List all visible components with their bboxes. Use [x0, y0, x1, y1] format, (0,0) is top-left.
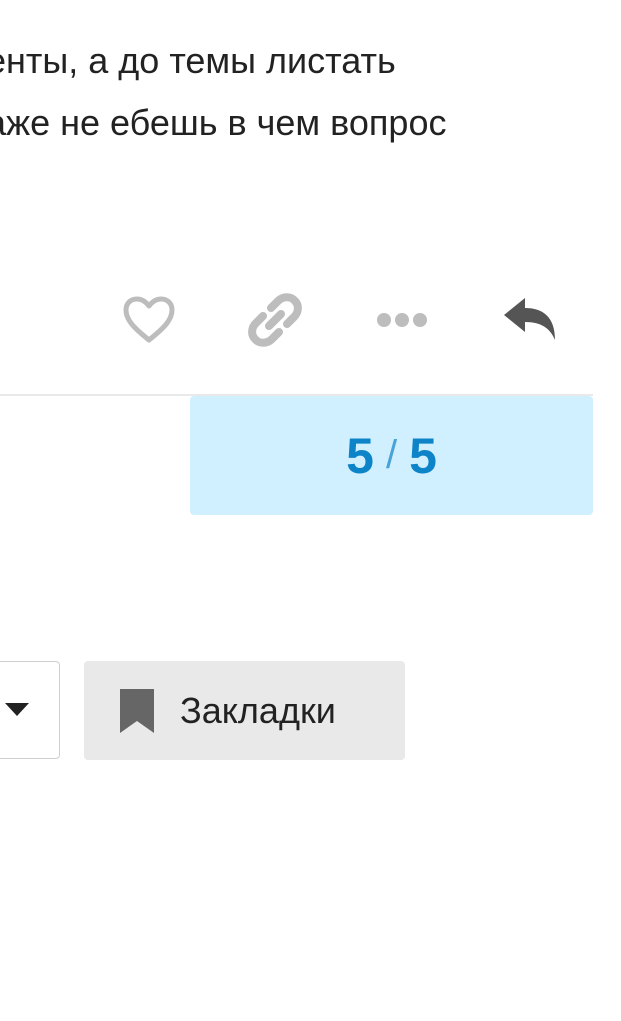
bookmark-label: Закладки — [180, 689, 336, 731]
copy-link-button[interactable] — [245, 290, 305, 350]
caret-down-icon — [5, 703, 29, 716]
bookmark-icon — [120, 688, 154, 733]
progress-separator: / — [385, 433, 398, 477]
reply-button[interactable] — [500, 290, 560, 350]
post-text-line: аже не ебешь в чем вопрос — [0, 102, 447, 143]
ellipsis-icon — [377, 313, 427, 327]
progress-current: 5 — [346, 427, 374, 484]
heart-outline-icon — [123, 296, 175, 343]
progress-total: 5 — [409, 427, 437, 484]
post-actions — [0, 290, 621, 350]
notification-dropdown-button[interactable] — [0, 661, 60, 759]
reply-arrow-icon — [504, 298, 555, 340]
like-button[interactable] — [119, 290, 179, 350]
post-progress-indicator[interactable]: 5 / 5 — [190, 396, 593, 515]
post-text-line: енты, а до темы листать — [0, 40, 396, 81]
bookmark-button[interactable]: Закладки — [84, 661, 405, 760]
more-options-button[interactable] — [372, 290, 432, 350]
post-body: енты, а до темы листать аже не ебешь в ч… — [0, 30, 621, 154]
link-icon — [248, 293, 302, 347]
